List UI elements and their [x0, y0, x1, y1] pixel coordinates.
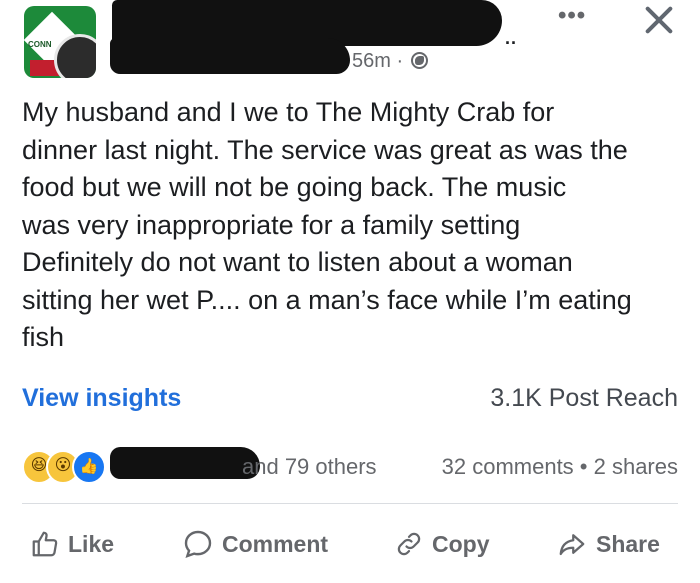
reaction-icons[interactable]: 😆 😮 👍 [22, 448, 106, 484]
page-avatar[interactable]: CONN [24, 6, 96, 78]
truncation-dots: .. [505, 28, 518, 48]
more-options-icon[interactable]: ••• [558, 4, 586, 28]
action-bar: Like Comment Copy Share [0, 522, 700, 566]
share-button[interactable]: Share [556, 522, 660, 566]
link-icon [397, 532, 421, 556]
post-body: My husband and I we to The Mighty Crab f… [22, 94, 686, 357]
thumbs-up-icon [32, 531, 58, 557]
post-time: 56m · [352, 50, 404, 72]
close-icon[interactable] [638, 0, 678, 40]
like-reaction-icon: 👍 [72, 450, 106, 484]
view-insights-link[interactable]: View insights [22, 384, 181, 413]
like-button[interactable]: Like [30, 522, 114, 566]
post-meta[interactable]: 56m · [352, 50, 428, 73]
globe-icon [410, 52, 428, 69]
comment-icon [184, 530, 212, 558]
copy-label: Copy [432, 530, 490, 557]
divider [22, 503, 678, 504]
reaction-others[interactable]: and 79 others [242, 454, 377, 480]
comment-share-counts[interactable]: 32 comments • 2 shares [442, 454, 678, 480]
redacted-reactor-names [110, 447, 260, 479]
post-line: My husband and I we to The Mighty Crab f… [22, 97, 555, 127]
copy-button[interactable]: Copy [394, 522, 490, 566]
post-line: food but we will not be going back. The … [22, 172, 567, 202]
post-line: dinner last night. The service was great… [22, 134, 628, 165]
comment-label: Comment [222, 530, 329, 557]
comment-button[interactable]: Comment [182, 522, 328, 566]
redacted-subtitle [110, 38, 350, 74]
post-header: CONN .. 56m · ••• [0, 0, 700, 90]
share-arrow-icon [559, 534, 585, 556]
post-line: fish [22, 322, 65, 352]
post-reach: 3.1K Post Reach [490, 384, 678, 412]
post-line: sitting her wet P.... on a man’s face wh… [22, 284, 632, 315]
like-label: Like [68, 530, 115, 557]
post-line: Definitely do not want to listen about a… [22, 247, 573, 277]
share-label: Share [596, 530, 660, 557]
avatar-logo-text: CONN [28, 40, 52, 49]
post-line: was very inappropriate for a family sett… [22, 209, 521, 240]
